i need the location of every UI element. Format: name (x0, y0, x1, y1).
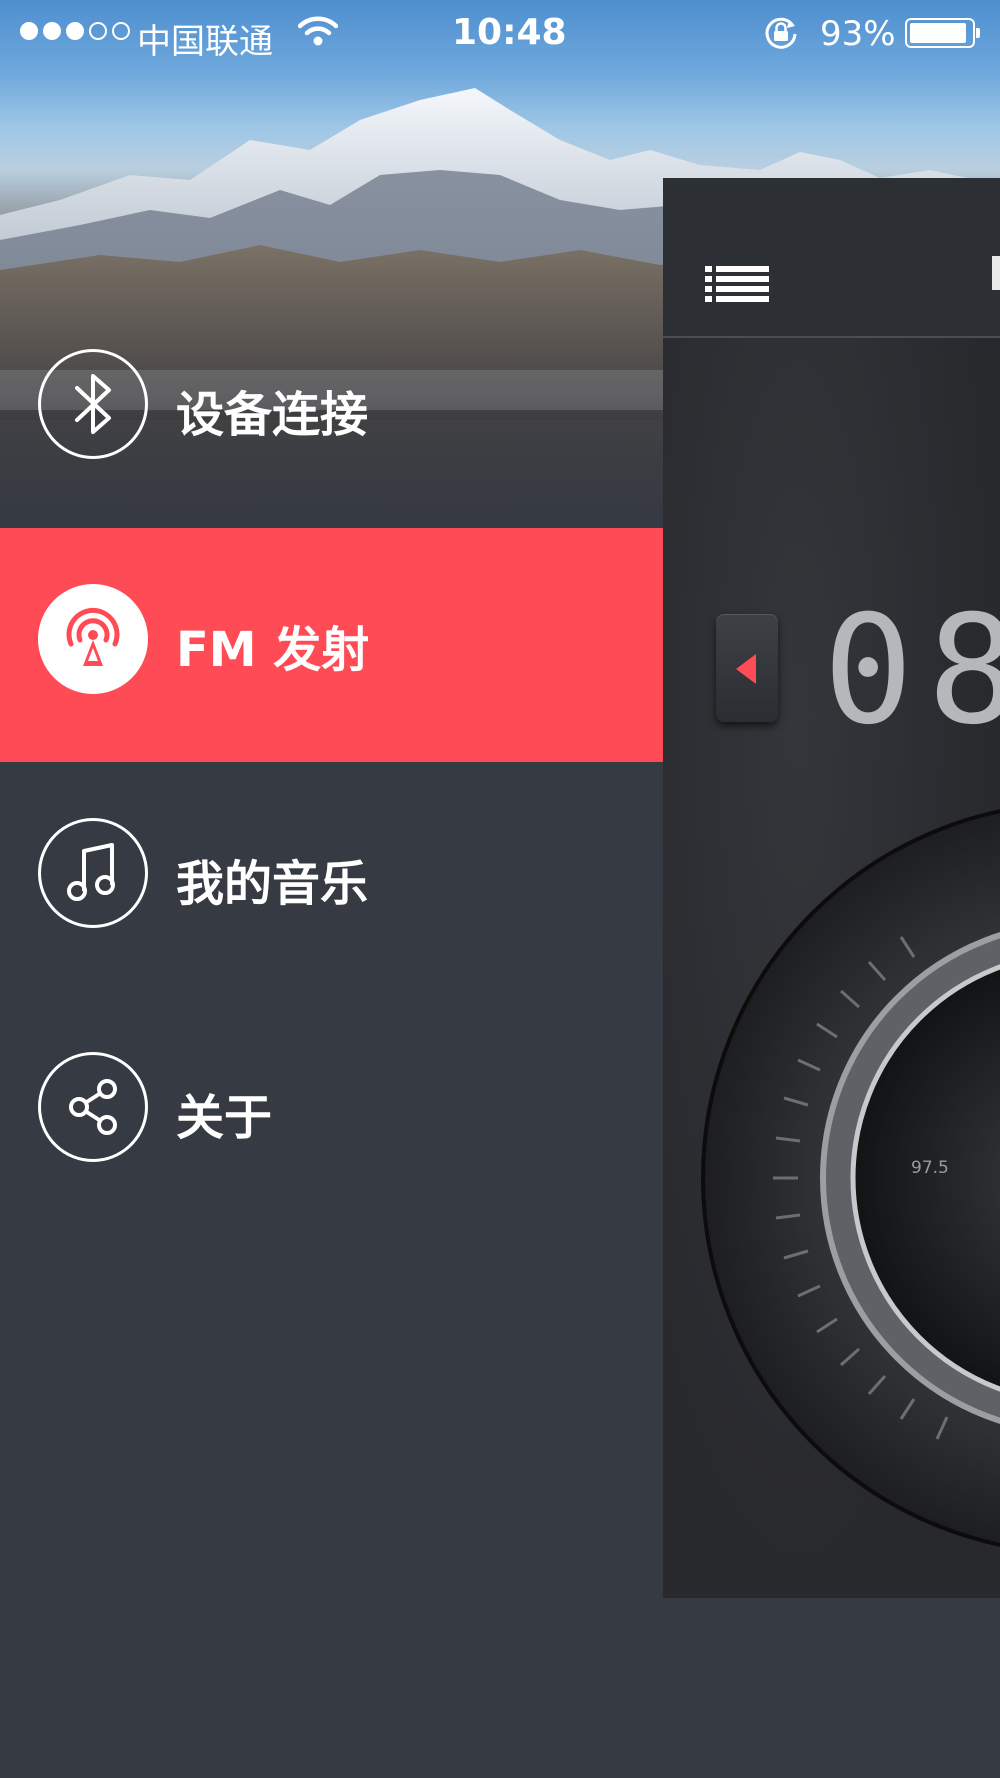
menu-item-label: 关于 (176, 1090, 273, 1146)
menu-list-icon[interactable] (705, 264, 769, 306)
menu-item-fm-transmit[interactable]: FM 发射 (0, 528, 663, 762)
menu-item-label: 我的音乐 (176, 856, 369, 912)
menu-item-label: FM 发射 (176, 622, 370, 678)
triangle-left-icon (736, 654, 756, 684)
menu-item-my-music[interactable]: 我的音乐 (0, 762, 663, 996)
battery-percentage: 93% (820, 14, 896, 54)
menu-item-device-connection[interactable]: 设备连接 (0, 287, 663, 521)
previous-frequency-button[interactable] (716, 614, 778, 722)
main-screen-preview[interactable]: 08 97.5 (663, 178, 1000, 1598)
side-menu: 设备连接 FM 发射 我的音乐 关于 (0, 0, 663, 1778)
tuning-dial[interactable] (698, 798, 1000, 1562)
frequency-display: 08 (823, 584, 1000, 758)
title-edge (992, 256, 1000, 290)
main-top-bar (663, 178, 1000, 338)
menu-item-about[interactable]: 关于 (0, 996, 663, 1230)
menu-item-label: 设备连接 (176, 387, 369, 443)
rotation-lock-icon (762, 14, 800, 61)
dial-frequency-label: 97.5 (911, 1158, 949, 1178)
music-note-icon (38, 818, 148, 928)
radio-tower-icon (38, 584, 148, 694)
bluetooth-icon (38, 349, 148, 459)
main-content: 08 97.5 (663, 338, 1000, 1598)
share-icon (38, 1052, 148, 1162)
battery-icon (905, 18, 980, 48)
